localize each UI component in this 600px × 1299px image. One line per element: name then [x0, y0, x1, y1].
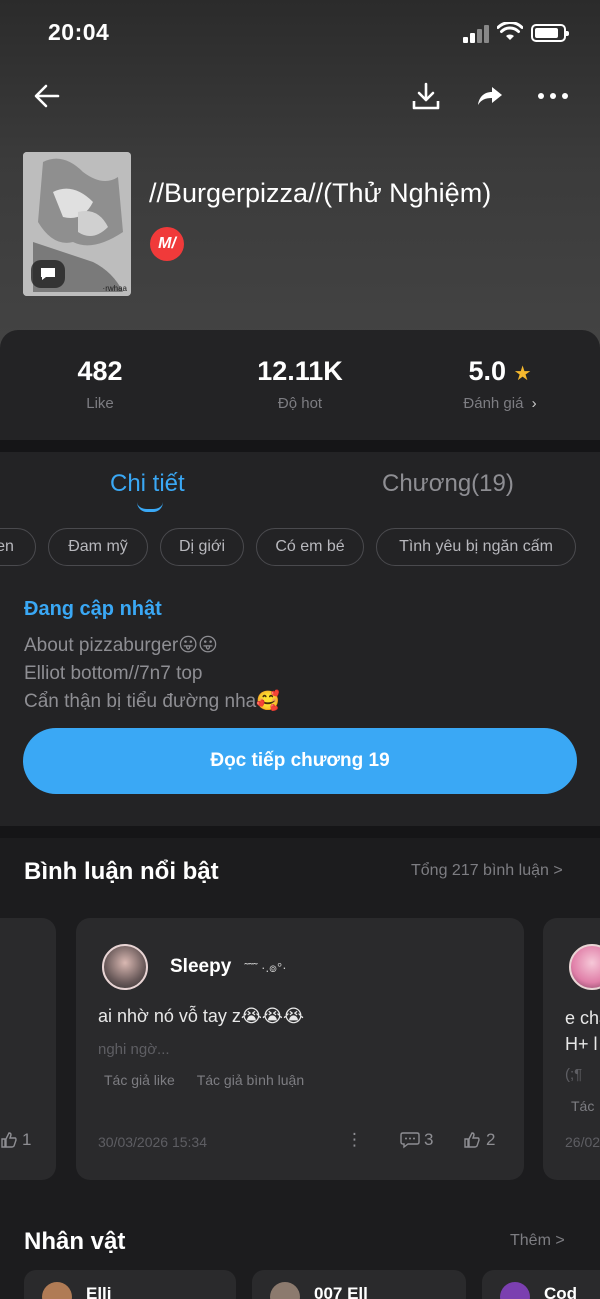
reply-count: 3: [424, 1130, 434, 1149]
tab-active-indicator: [137, 502, 163, 512]
thumbs-up-icon: [464, 1132, 480, 1148]
section-divider: [0, 826, 600, 838]
avatar: [42, 1282, 72, 1299]
comment-date: 26/02: [565, 1134, 600, 1150]
stat-likes-label: Like: [86, 395, 114, 412]
comment-text: H+ l: [565, 1034, 598, 1054]
stat-rating-value-row: 5.0 ★: [440, 356, 560, 387]
cover-watermark: ·rwhaa: [102, 284, 127, 293]
description-line: About pizzaburger😛😛: [24, 635, 218, 656]
download-icon: [412, 82, 440, 110]
stat-hot-label: Độ hot: [277, 395, 323, 412]
stat-rating-label-row: Đánh giá ›: [440, 395, 560, 412]
avatar[interactable]: [102, 944, 148, 990]
stats-card: 482 Like 12.11K Độ hot 5.0 ★ Đánh giá ›: [0, 330, 600, 440]
comment-text: ai nhờ nó vỗ tay z😭😭😭: [98, 1006, 304, 1026]
comment-reply-preview[interactable]: nghi ngờ...: [98, 1041, 170, 1058]
continue-reading-button[interactable]: Đọc tiếp chương 19: [23, 728, 577, 794]
character-name: Cod: [544, 1284, 578, 1299]
character-card[interactable]: Cod: [482, 1270, 600, 1299]
tag-list: en Đam mỹ Dị giới Có em bé Tình yêu bị n…: [0, 528, 600, 568]
share-button[interactable]: [470, 78, 510, 114]
author-reply-badge: Tác giả bình luận: [196, 1072, 305, 1088]
status-time: 20:04: [48, 19, 110, 45]
like-count: 2: [486, 1130, 496, 1149]
comment-date: 30/03/2026 15:34: [98, 1134, 207, 1150]
comment-badges: Tác: [571, 1098, 595, 1114]
stat-rating[interactable]: 5.0 ★ Đánh giá ›: [440, 356, 560, 412]
section-divider: [0, 440, 600, 452]
battery-icon: [531, 24, 569, 42]
book-title: //Burgerpizza//(Thử Nghiệm): [149, 178, 492, 208]
update-status: Đang cập nhật: [24, 598, 162, 620]
characters-more-link[interactable]: Thêm >: [510, 1232, 565, 1250]
username-decoration: ˜˜˜ ·.๏°·: [244, 960, 287, 975]
tab-chapters[interactable]: Chương(19): [382, 470, 514, 498]
tag-item[interactable]: en: [0, 528, 36, 566]
comment-badges: Tác giả like Tác giả bình luận: [104, 1072, 304, 1088]
status-bar: 20:04: [0, 0, 600, 64]
character-card[interactable]: 007 Ell: [252, 1270, 466, 1299]
like-count: 1: [22, 1130, 32, 1149]
comment-card[interactable]: 1: [0, 918, 56, 1180]
character-name: 007 Ell: [314, 1284, 368, 1299]
tag-item[interactable]: Có em bé: [256, 528, 364, 566]
book-description: About pizzaburger😛😛 Elliot bottom//7n7 t…: [24, 632, 280, 716]
comment-reply-preview[interactable]: (;¶: [565, 1066, 582, 1083]
details-section: Chi tiết Chương(19) en Đam mỹ Dị giới Có…: [0, 452, 600, 826]
reply-action[interactable]: 3: [400, 1130, 433, 1150]
description-line: Cẩn thận bị tiểu đường nha🥰: [24, 691, 280, 712]
stat-hot: 12.11K Độ hot: [230, 356, 370, 412]
more-button[interactable]: [533, 78, 573, 114]
comment-text: e cha: [565, 1008, 600, 1028]
stat-rating-value: 5.0: [468, 356, 507, 386]
tag-item[interactable]: Tình yêu bị ngăn cấm: [376, 528, 576, 566]
comment-more-button[interactable]: ⋮: [346, 1130, 363, 1150]
stat-hot-value: 12.11K: [257, 356, 343, 386]
share-icon: [478, 87, 502, 105]
character-card[interactable]: Elli: [24, 1270, 236, 1299]
back-arrow-icon: [34, 84, 60, 108]
avatar: [270, 1282, 300, 1299]
chevron-right-icon: ›: [531, 395, 537, 412]
back-button[interactable]: [27, 78, 67, 114]
star-icon: ★: [513, 363, 532, 385]
comment-card[interactable]: Sleepy ˜˜˜ ·.๏°· ai nhờ nó vỗ tay z😭😭😭 n…: [76, 918, 524, 1180]
book-cover[interactable]: ·rwhaa: [23, 152, 131, 296]
character-name: Elli: [86, 1284, 112, 1299]
thumbs-up-icon: [1, 1132, 17, 1148]
wifi-icon: [497, 22, 523, 40]
signal-icon: [463, 25, 491, 43]
tag-item[interactable]: Dị giới: [160, 528, 244, 566]
download-button[interactable]: [406, 78, 446, 114]
stat-likes: 482 Like: [50, 356, 150, 412]
comment-card[interactable]: e cha H+ l (;¶ Tác 26/02: [543, 918, 600, 1180]
username-text: Sleepy: [170, 956, 232, 977]
more-dots-icon: [538, 93, 568, 99]
tab-details[interactable]: Chi tiết: [110, 470, 185, 498]
all-comments-link[interactable]: Tổng 217 bình luận >: [411, 862, 563, 880]
avatar: [500, 1282, 530, 1299]
stat-rating-label: Đánh giá: [463, 395, 524, 412]
characters-title: Nhân vật: [24, 1228, 126, 1255]
comments-title: Bình luận nổi bật: [24, 858, 219, 885]
stat-likes-value: 482: [77, 356, 123, 386]
description-line: Elliot bottom//7n7 top: [24, 663, 203, 684]
platform-badge: M/: [150, 227, 184, 261]
like-action[interactable]: 2: [462, 1130, 495, 1150]
comment-icon: [400, 1132, 420, 1149]
comments-section: Bình luận nổi bật Tổng 217 bình luận > 1…: [0, 838, 600, 1299]
tag-item[interactable]: Đam mỹ: [48, 528, 148, 566]
like-action[interactable]: 1: [0, 1130, 31, 1150]
comment-bubble-icon: [31, 260, 65, 288]
avatar[interactable]: [569, 944, 600, 990]
comment-username[interactable]: Sleepy ˜˜˜ ·.๏°·: [170, 956, 287, 978]
author-like-badge: Tác giả like: [104, 1072, 175, 1088]
